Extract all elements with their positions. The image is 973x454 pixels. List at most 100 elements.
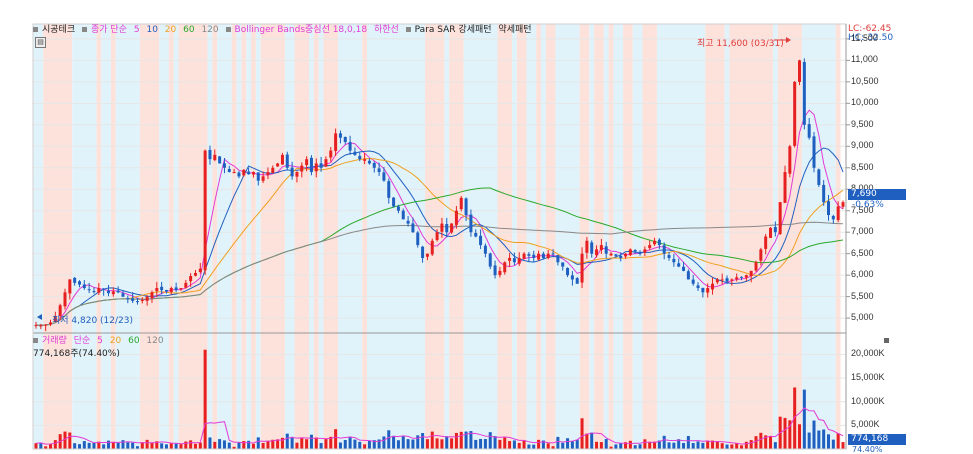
candle-body <box>469 214 473 233</box>
volume-bar <box>348 436 352 449</box>
candle-body <box>744 275 748 278</box>
candle-body <box>145 296 149 301</box>
sar-label[interactable]: Para SAR 강세패턴 <box>415 25 492 35</box>
candle-body <box>459 197 463 210</box>
volume-bar <box>527 444 531 449</box>
chart-toggle-icon[interactable]: ▤ <box>35 37 46 48</box>
candle-body <box>638 252 642 254</box>
candle-body <box>92 291 96 293</box>
sar-band <box>96 24 102 449</box>
pane-menu-icon[interactable] <box>884 338 889 343</box>
volume-bar <box>319 443 323 449</box>
volume-bar <box>421 433 425 449</box>
candle-body <box>247 171 251 175</box>
candle-body <box>783 172 787 203</box>
price-tick-label: 6,500 <box>851 247 874 258</box>
candle-body <box>749 270 753 277</box>
sar-band <box>608 24 614 449</box>
candle-body <box>416 232 420 246</box>
candle-body <box>44 324 48 326</box>
volume-bar <box>773 442 777 449</box>
candle-body <box>696 285 700 289</box>
volume-bar <box>827 434 831 449</box>
volume-bar <box>213 441 217 449</box>
candle-body <box>604 246 608 254</box>
volume-bar <box>68 432 72 449</box>
candle-body <box>691 279 695 284</box>
volume-bar <box>256 437 260 449</box>
volume-bar <box>324 439 328 449</box>
volume-bar <box>237 442 241 449</box>
candle-body <box>213 154 217 161</box>
volume-bar <box>595 441 599 449</box>
candle-body <box>657 239 661 246</box>
candle-body <box>570 275 574 280</box>
volume-bar <box>82 441 86 449</box>
sar-band <box>613 24 624 449</box>
price-tick-label: 5,000 <box>851 312 874 323</box>
legend-marker-icon <box>225 27 231 32</box>
sar-band <box>724 24 730 449</box>
volume-bar <box>126 442 130 449</box>
current-volume: 774,168주(74.40%) <box>33 349 120 359</box>
candle-body <box>406 220 410 224</box>
volume-bar <box>730 444 734 449</box>
candle-body <box>135 301 139 303</box>
candle-body <box>430 240 434 255</box>
volume-bar <box>836 433 840 449</box>
volume-bar <box>218 439 222 449</box>
price-ma-label[interactable]: 종가 단순 <box>91 25 127 35</box>
sar-band <box>656 24 706 449</box>
volume-bar <box>314 437 318 449</box>
sar-band <box>241 24 247 449</box>
volume-bar <box>450 438 454 449</box>
ma-period-60: 60 <box>183 25 195 35</box>
stock-chart[interactable] <box>0 0 973 454</box>
candle-body <box>701 287 705 293</box>
candle-body <box>435 232 439 240</box>
volume-ma-label: 단순 <box>73 336 91 346</box>
volume-bar <box>353 439 357 449</box>
volume-bar <box>164 444 168 449</box>
candle-body <box>527 254 531 256</box>
volume-bar <box>648 441 652 449</box>
sar-band <box>313 24 319 449</box>
candle-body <box>338 133 342 138</box>
candle-body <box>802 61 806 125</box>
candle-body <box>256 172 260 181</box>
candle-body <box>106 290 110 294</box>
candle-body <box>778 202 782 234</box>
volume-bar <box>459 431 463 449</box>
candle-body <box>198 268 202 272</box>
price-tick-label: 10,500 <box>851 75 879 86</box>
volume-bar <box>628 440 632 449</box>
sar-band <box>178 24 208 449</box>
volume-bar <box>276 439 280 449</box>
stock-name[interactable]: 시공테크 <box>42 25 75 35</box>
sar-band <box>579 24 590 449</box>
sar-band <box>705 24 725 449</box>
candle-body <box>493 265 497 276</box>
candle-body <box>667 255 671 258</box>
candle-body <box>841 202 845 207</box>
candle-body <box>377 168 381 173</box>
price-tick-label: 9,500 <box>851 118 874 129</box>
candle-body <box>193 273 197 276</box>
volume-bar <box>566 438 570 449</box>
candle-body <box>672 258 676 263</box>
volume-bar <box>425 439 429 449</box>
volume-label[interactable]: 거래량 <box>42 336 67 346</box>
volume-bar <box>769 436 773 449</box>
volume-bar <box>667 442 671 449</box>
volume-bar <box>73 443 77 449</box>
candle-body <box>329 150 333 158</box>
high-annotation: 최고 11,600 (03/31) <box>697 39 784 49</box>
candle-body <box>218 156 222 164</box>
bollinger-label[interactable]: Bollinger Bands중심선 18,0,18 <box>235 25 368 35</box>
candle-body <box>807 124 811 138</box>
candle-body <box>295 172 299 177</box>
candle-body <box>503 262 507 273</box>
candle-body <box>372 162 376 168</box>
candle-body <box>720 279 724 281</box>
volume-bar <box>488 432 492 449</box>
